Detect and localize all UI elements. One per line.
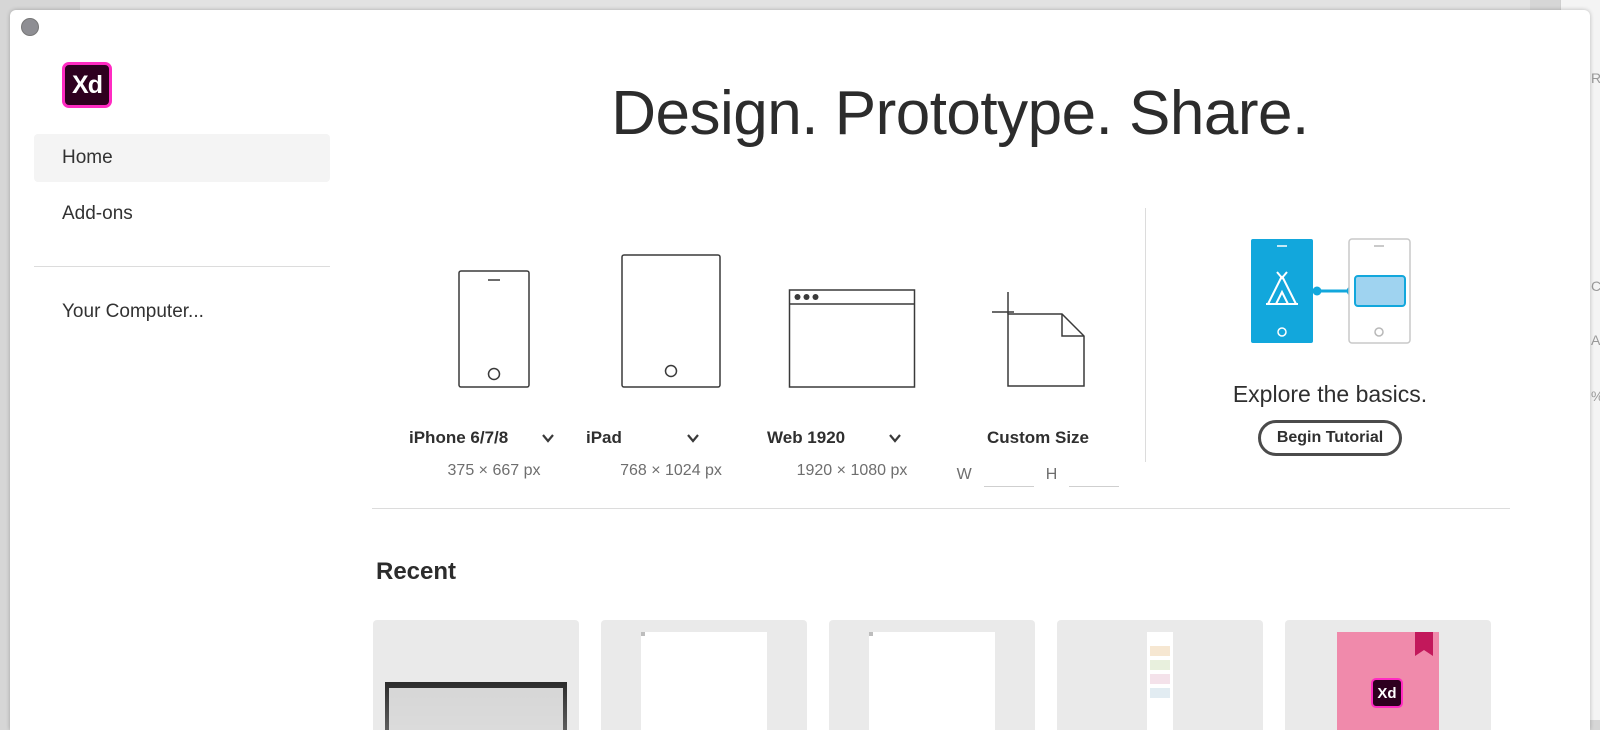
preset-size: 1920 × 1080 px (796, 462, 908, 479)
recent-file-card[interactable] (829, 620, 1035, 730)
recent-thumbnail (1147, 632, 1173, 730)
recent-file-card[interactable]: Xd (1285, 620, 1491, 730)
preset-ipad-dropdown[interactable]: iPad (586, 428, 756, 448)
xd-logo: Xd (1371, 678, 1403, 708)
background-letter: % (1591, 388, 1600, 404)
background-letter: A (1591, 332, 1600, 348)
background-letter: C (1591, 278, 1600, 294)
custom-width-input[interactable] (983, 462, 1034, 487)
recent-file-card[interactable] (1057, 620, 1263, 730)
preset-ipad[interactable]: iPad 768 × 1024 px (586, 222, 756, 480)
preset-size: 375 × 667 px (447, 462, 541, 479)
sidebar-item-your-computer[interactable]: Your Computer... (34, 288, 330, 336)
browser-window-icon (788, 289, 916, 388)
chevron-down-icon (889, 434, 901, 443)
width-label: W (956, 465, 972, 483)
xd-logo: Xd (62, 62, 112, 108)
tutorial-panel: Explore the basics. Begin Tutorial (1180, 238, 1480, 456)
sidebar-divider (34, 266, 330, 267)
preset-iphone[interactable]: iPhone 6/7/8 375 × 667 px (409, 222, 579, 480)
custom-size-label: Custom Size (986, 428, 1090, 447)
preset-iphone-dropdown[interactable]: iPhone 6/7/8 (409, 428, 579, 448)
phone-icon (458, 270, 530, 388)
recent-divider (372, 508, 1510, 509)
preset-label: Web 1920 (767, 428, 846, 447)
recent-file-card[interactable] (373, 620, 579, 730)
chevron-down-icon (541, 434, 554, 443)
sidebar-item-home[interactable]: Home (34, 134, 330, 182)
preset-web-dropdown[interactable]: Web 1920 (767, 428, 937, 448)
close-window-button[interactable] (21, 18, 39, 36)
preset-size: 768 × 1024 px (620, 462, 722, 479)
tutorial-text: Explore the basics. (1232, 381, 1428, 407)
sidebar-item-add-ons[interactable]: Add-ons (34, 190, 330, 238)
page-headline: Design. Prototype. Share. (611, 79, 1309, 148)
recent-thumbnail (385, 682, 567, 730)
preset-web[interactable]: Web 1920 1920 × 1080 px (767, 222, 937, 480)
tablet-icon (621, 254, 721, 388)
recent-thumbnail: Xd (1337, 632, 1439, 730)
height-label: H (1045, 465, 1058, 483)
recent-thumbnail (641, 632, 767, 730)
recent-heading: Recent (376, 558, 457, 585)
recent-file-card[interactable] (601, 620, 807, 730)
preset-label: iPhone 6/7/8 (409, 428, 509, 447)
begin-tutorial-button[interactable]: Begin Tutorial (1257, 420, 1403, 456)
chevron-down-icon (687, 434, 699, 443)
custom-artboard-icon (992, 292, 1085, 387)
section-divider (1145, 208, 1146, 462)
background-letter: R (1591, 70, 1600, 86)
preset-custom-size: Custom Size W H (953, 222, 1123, 487)
recent-thumbnail (869, 632, 995, 730)
custom-height-input[interactable] (1069, 462, 1120, 487)
tutorial-illustration-icon (1251, 238, 1411, 344)
preset-label: iPad (586, 428, 622, 447)
start-screen-window: Xd Home Add-ons Your Computer... Design.… (10, 10, 1590, 730)
